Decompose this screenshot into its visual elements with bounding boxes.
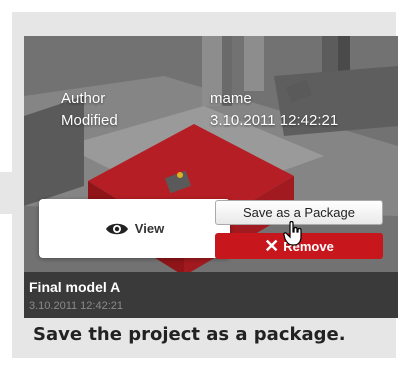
modified-value: 3.10.2011 12:42:21 [210, 112, 339, 129]
hand-cursor-icon [283, 221, 302, 246]
view-button[interactable]: View [39, 199, 230, 258]
project-title: Final model A [29, 279, 121, 295]
close-icon: ✕ [264, 235, 280, 256]
side-tab [0, 172, 14, 214]
author-value: mame [210, 90, 252, 107]
modified-label: Modified [61, 112, 118, 129]
project-card[interactable]: Author mame Modified 3.10.2011 12:42:21 … [24, 36, 398, 318]
author-label: Author [61, 90, 106, 107]
eye-icon [105, 223, 128, 234]
project-date: 3.10.2011 12:42:21 [29, 300, 123, 312]
card-footer: Final model A 3.10.2011 12:42:21 [24, 272, 398, 318]
caption: Save the project as a package. [33, 324, 346, 345]
view-label: View [134, 221, 165, 236]
